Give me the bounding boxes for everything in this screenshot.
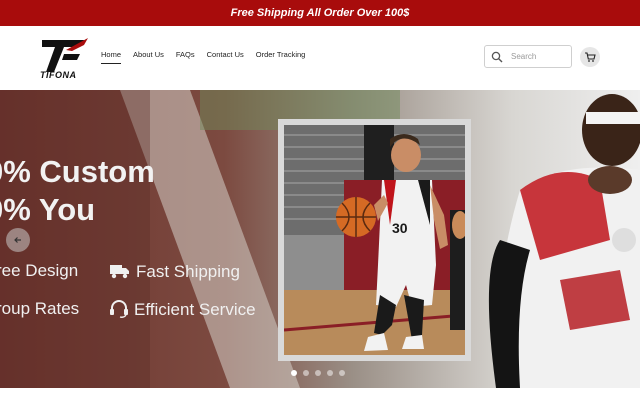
announcement-bar: Free Shipping All Order Over 100$ bbox=[0, 0, 640, 26]
hero-title-line-2: 0% You bbox=[0, 192, 96, 227]
nav-item-order-tracking[interactable]: Order Tracking bbox=[256, 50, 306, 63]
feature-label: ree Design bbox=[0, 261, 79, 280]
carousel-dot-2[interactable] bbox=[303, 370, 309, 376]
feature-group-rates: roup Rates bbox=[0, 300, 79, 317]
hero-title-line-1: 0% Custom bbox=[0, 154, 155, 189]
carousel-dot-4[interactable] bbox=[327, 370, 333, 376]
feature-free-design: ree Design bbox=[0, 262, 78, 279]
carousel-next-button[interactable] bbox=[612, 228, 636, 252]
nav-item-faqs[interactable]: FAQs bbox=[176, 50, 195, 63]
search-icon[interactable] bbox=[491, 51, 503, 63]
carousel-dot-5[interactable] bbox=[339, 370, 345, 376]
cart-button[interactable] bbox=[580, 47, 600, 67]
cart-icon bbox=[585, 52, 596, 62]
carousel-dot-1[interactable] bbox=[291, 370, 297, 376]
nav-item-about-us[interactable]: About Us bbox=[133, 50, 164, 63]
feature-efficient-service: Efficient Service bbox=[109, 300, 256, 318]
player-photo: 30 bbox=[284, 125, 465, 355]
jersey-number: 30 bbox=[392, 220, 408, 236]
carousel-dots bbox=[291, 370, 345, 376]
main-nav: Home About Us FAQs Contact Us Order Trac… bbox=[101, 50, 306, 64]
feature-label: Fast Shipping bbox=[136, 261, 240, 281]
search-box[interactable] bbox=[484, 45, 572, 68]
feature-fast-shipping: Fast Shipping bbox=[109, 262, 240, 280]
feature-label: Efficient Service bbox=[134, 299, 256, 319]
brand-name: TIFONA bbox=[40, 70, 77, 80]
site-header: TIFONA Home About Us FAQs Contact Us Ord… bbox=[0, 26, 640, 90]
truck-icon bbox=[110, 265, 129, 279]
carousel-prev-button[interactable] bbox=[6, 228, 30, 252]
headset-icon bbox=[110, 300, 128, 318]
carousel-dot-3[interactable] bbox=[315, 370, 321, 376]
announcement-text: Free Shipping All Order Over 100$ bbox=[230, 7, 410, 19]
page-below-hero bbox=[0, 388, 640, 400]
search-input[interactable] bbox=[511, 52, 571, 61]
nav-item-contact-us[interactable]: Contact Us bbox=[207, 50, 244, 63]
nav-item-home[interactable]: Home bbox=[101, 50, 122, 64]
player-photo-frame: 30 bbox=[278, 119, 471, 361]
feature-label: roup Rates bbox=[0, 299, 80, 318]
arrow-left-icon bbox=[14, 237, 21, 243]
hero-banner: 0% Custom 0% You ree Design Fast Shippin… bbox=[0, 90, 640, 388]
